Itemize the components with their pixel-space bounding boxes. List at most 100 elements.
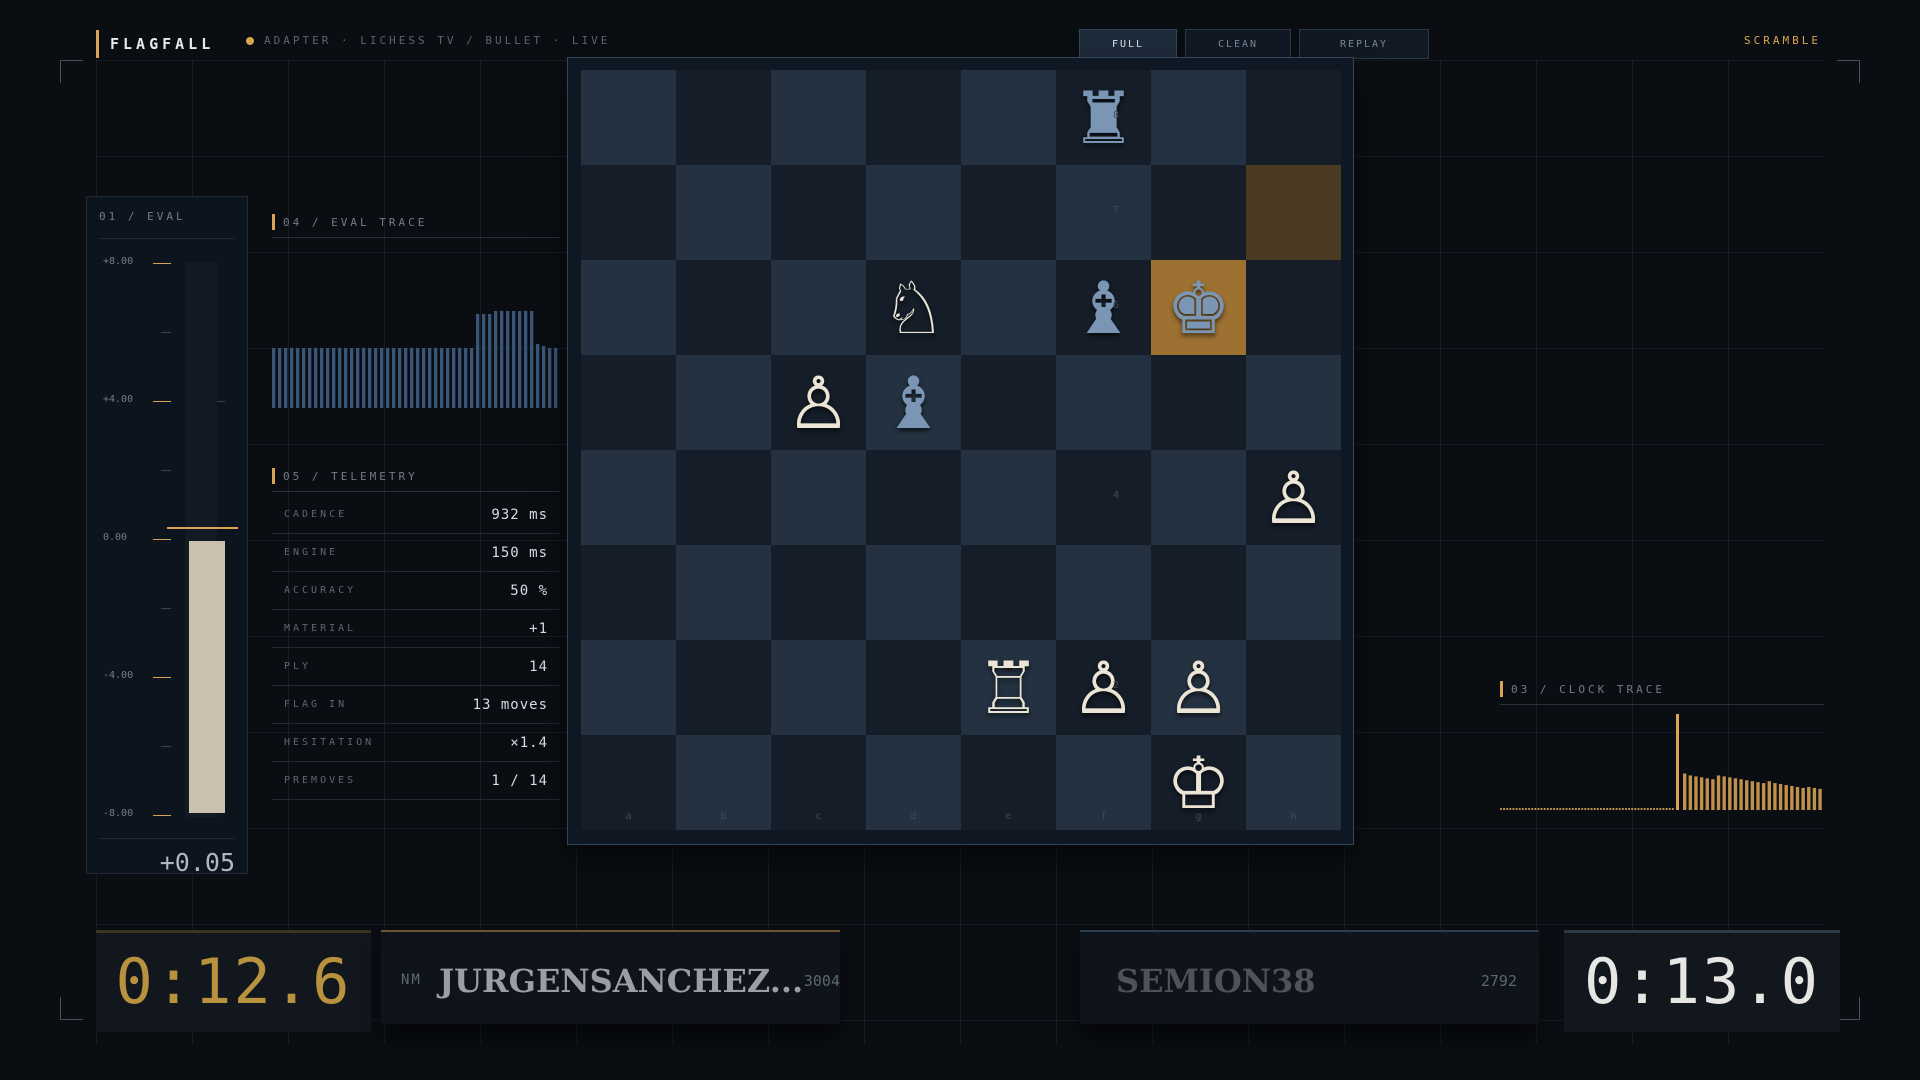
square-a2[interactable] (581, 640, 676, 735)
square-f2[interactable]: ♙ (1056, 640, 1151, 735)
square-d8[interactable] (866, 70, 961, 165)
square-g1[interactable]: ♔ g (1151, 735, 1246, 830)
square-a4[interactable] (581, 450, 676, 545)
square-h8[interactable] (1246, 70, 1341, 165)
square-a5[interactable] (581, 355, 676, 450)
square-f5[interactable] (1056, 355, 1151, 450)
telemetry-row: MATERIAL +1 (272, 610, 560, 648)
clock-trace-bar (1801, 787, 1805, 810)
square-f4[interactable] (1056, 450, 1151, 545)
square-d1[interactable]: d (866, 735, 961, 830)
square-c4[interactable] (771, 450, 866, 545)
mode-tab-replay[interactable]: REPLAY (1299, 29, 1429, 59)
chess-piece[interactable]: ♜ (1071, 82, 1136, 154)
square-e1[interactable]: e (961, 735, 1056, 830)
eval-tick-mark (153, 677, 171, 678)
chess-piece[interactable]: ♖ (976, 652, 1041, 724)
eval-trace-bar (494, 311, 498, 408)
clock-trace-spike (1676, 714, 1679, 810)
square-e5[interactable] (961, 355, 1056, 450)
square-c1[interactable]: c (771, 735, 866, 830)
square-b8[interactable] (676, 70, 771, 165)
chess-piece[interactable]: ♝ (1071, 272, 1136, 344)
square-b1[interactable]: b (676, 735, 771, 830)
square-c6[interactable] (771, 260, 866, 355)
square-g8[interactable] (1151, 70, 1246, 165)
mode-tab-clean[interactable]: CLEAN (1185, 29, 1291, 59)
clock-trace-dash (1515, 808, 1518, 810)
eval-trace-bar (500, 311, 504, 408)
square-e4[interactable] (961, 450, 1056, 545)
chess-piece[interactable]: ♙ (1166, 652, 1231, 724)
square-c5[interactable]: ♙ (771, 355, 866, 450)
chess-piece[interactable]: ♙ (1261, 462, 1326, 534)
square-d2[interactable] (866, 640, 961, 735)
square-h5[interactable] (1246, 355, 1341, 450)
square-e7[interactable] (961, 165, 1056, 260)
square-g2[interactable]: ♙ (1151, 640, 1246, 735)
square-a6[interactable] (581, 260, 676, 355)
black-player-card[interactable]: SEMION38 2792 (1080, 930, 1539, 1024)
square-a7[interactable] (581, 165, 676, 260)
square-h7[interactable] (1246, 165, 1341, 260)
square-c2[interactable] (771, 640, 866, 735)
square-c3[interactable] (771, 545, 866, 640)
square-h1[interactable]: h (1246, 735, 1341, 830)
square-b4[interactable] (676, 450, 771, 545)
chess-board[interactable]: ♜ ♘ ♝ ♚ ♙ ♝ ♙ ♖ ♙ ♙ a b c d e f ♔ g h (581, 70, 1341, 830)
square-e2[interactable]: ♖ (961, 640, 1056, 735)
chess-piece[interactable]: ♘ (881, 272, 946, 344)
square-e3[interactable] (961, 545, 1056, 640)
square-b3[interactable] (676, 545, 771, 640)
square-h4[interactable]: ♙ (1246, 450, 1341, 545)
square-d7[interactable] (866, 165, 961, 260)
square-g5[interactable] (1151, 355, 1246, 450)
square-b6[interactable] (676, 260, 771, 355)
chess-piece[interactable]: ♝ (881, 367, 946, 439)
square-f8[interactable]: ♜ (1056, 70, 1151, 165)
square-d4[interactable] (866, 450, 961, 545)
telemetry-row: ACCURACY 50 % (272, 572, 560, 610)
square-a8[interactable] (581, 70, 676, 165)
square-b7[interactable] (676, 165, 771, 260)
mode-tab-label: FULL (1111, 38, 1145, 50)
square-f7[interactable] (1056, 165, 1151, 260)
scramble-button[interactable]: SCRAMBLE (1744, 34, 1821, 47)
square-g7[interactable] (1151, 165, 1246, 260)
square-b2[interactable] (676, 640, 771, 735)
square-a1[interactable]: a (581, 735, 676, 830)
square-f3[interactable] (1056, 545, 1151, 640)
chess-piece[interactable]: ♔ (1166, 747, 1231, 819)
clock-trace-dash (1575, 808, 1577, 810)
clock-trace-bar (1733, 778, 1738, 810)
square-e8[interactable] (961, 70, 1056, 165)
clock-trace-dash (1503, 808, 1506, 810)
chess-piece[interactable]: ♙ (786, 367, 851, 439)
square-d3[interactable] (866, 545, 961, 640)
clock-trace-bar (1818, 788, 1822, 810)
telemetry-value: 50 % (510, 582, 548, 599)
square-h6[interactable] (1246, 260, 1341, 355)
eval-trace-bar (482, 314, 486, 408)
square-f1[interactable]: f (1056, 735, 1151, 830)
white-player-card[interactable]: NM JURGENSANCHEZ... 3004 (381, 930, 840, 1024)
chess-piece[interactable]: ♙ (1071, 652, 1136, 724)
adapter-status: ADAPTER · LICHESS TV / BULLET · LIVE (246, 34, 610, 47)
square-d6[interactable]: ♘ (866, 260, 961, 355)
square-a3[interactable] (581, 545, 676, 640)
mode-tab-full[interactable]: FULL (1079, 29, 1177, 59)
chess-piece[interactable]: ♚ (1166, 272, 1231, 344)
square-e6[interactable] (961, 260, 1056, 355)
square-g3[interactable] (1151, 545, 1246, 640)
square-b5[interactable] (676, 355, 771, 450)
square-c8[interactable] (771, 70, 866, 165)
eval-trace-bar (356, 348, 360, 408)
clock-trace-bar (1773, 783, 1777, 810)
square-g4[interactable] (1151, 450, 1246, 545)
square-c7[interactable] (771, 165, 866, 260)
square-g6[interactable]: ♚ (1151, 260, 1246, 355)
square-h3[interactable] (1246, 545, 1341, 640)
square-f6[interactable]: ♝ (1056, 260, 1151, 355)
square-d5[interactable]: ♝ (866, 355, 961, 450)
square-h2[interactable] (1246, 640, 1341, 735)
